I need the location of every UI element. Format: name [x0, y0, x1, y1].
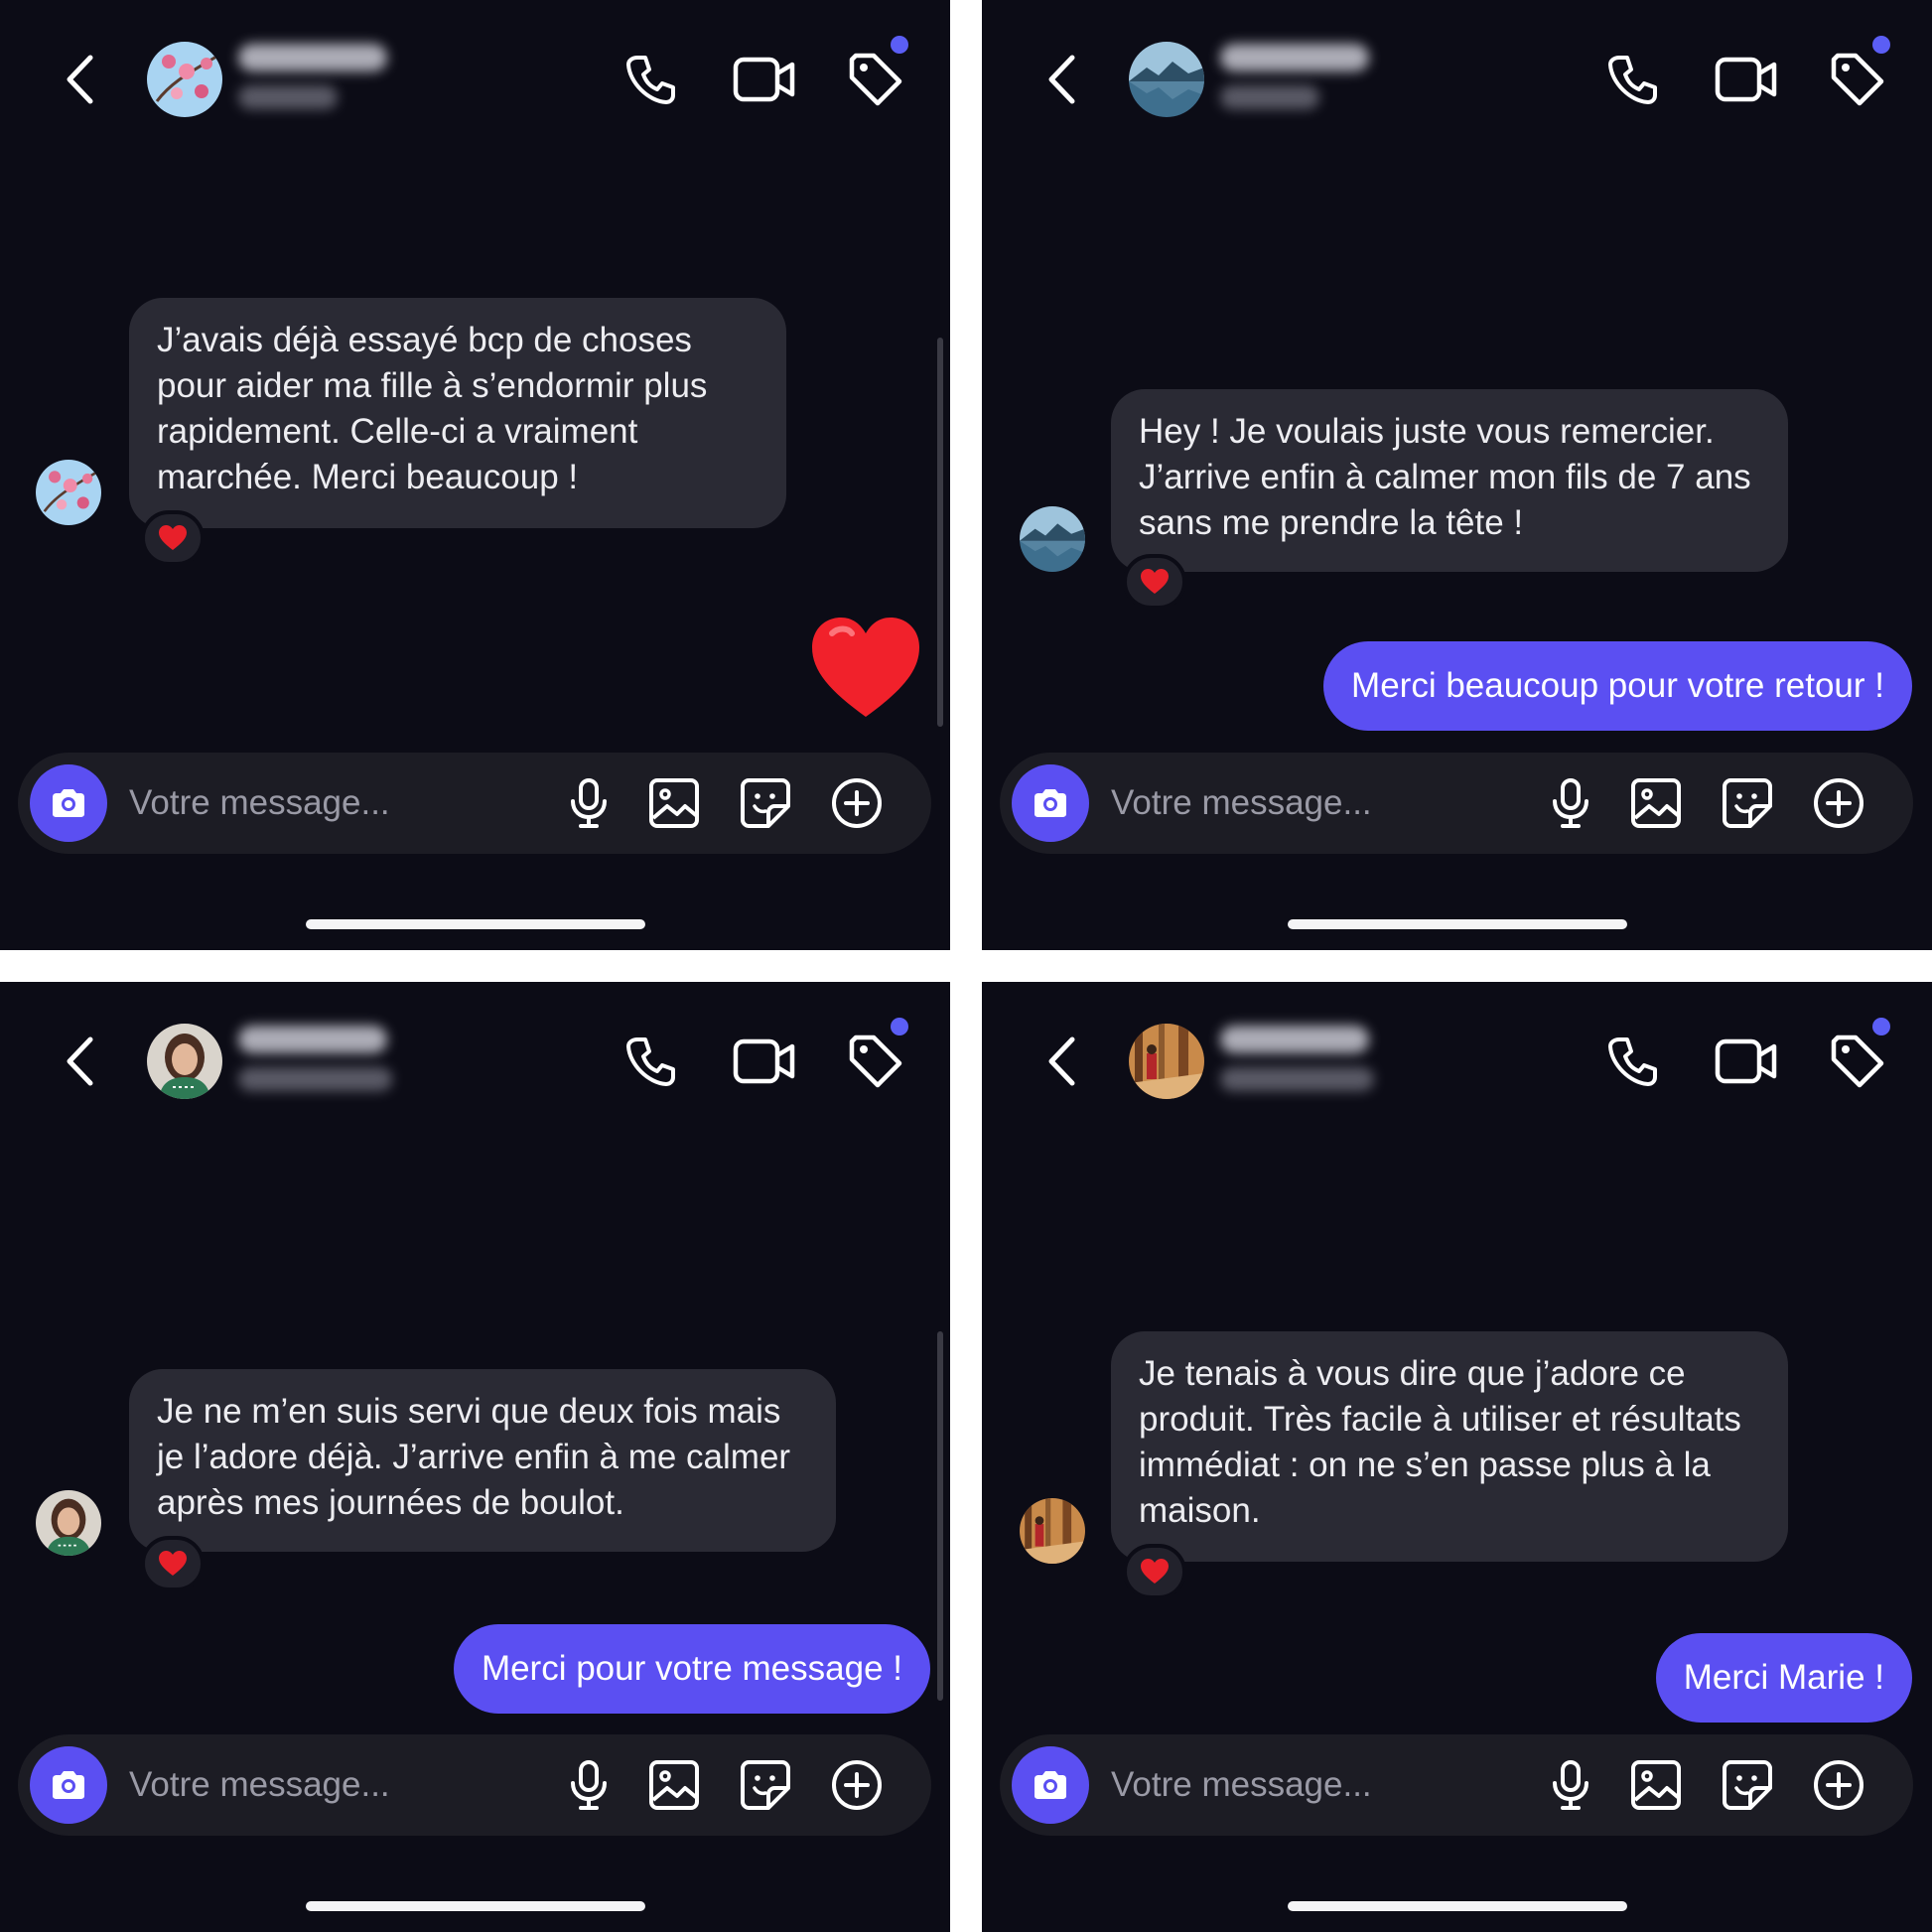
tag-icon[interactable]: [846, 52, 905, 109]
incoming-message[interactable]: J’avais déjà essayé bcp de choses pour a…: [129, 298, 786, 528]
sticker-icon[interactable]: [739, 1758, 792, 1812]
camera-button[interactable]: [30, 1746, 107, 1824]
home-indicator: [306, 919, 645, 929]
message-input[interactable]: Votre message...: [129, 1762, 390, 1808]
heart-icon: [1140, 568, 1170, 596]
heart-icon: [158, 524, 188, 552]
notification-dot: [891, 36, 908, 54]
microphone-icon[interactable]: [562, 776, 616, 830]
chat-panel-1: J’avais déjà essayé bcp de choses pour a…: [0, 0, 950, 950]
add-icon[interactable]: [830, 776, 884, 830]
microphone-icon[interactable]: [1544, 776, 1597, 830]
outgoing-message[interactable]: Merci pour votre message !: [453, 1624, 930, 1714]
phone-call-icon[interactable]: [1605, 52, 1661, 107]
image-icon[interactable]: [1629, 776, 1683, 830]
contact-username-redacted: [1220, 1067, 1374, 1091]
contact-username-redacted: [238, 85, 338, 109]
heart-icon: [158, 1550, 188, 1578]
phone-call-icon[interactable]: [1605, 1034, 1661, 1089]
incoming-message[interactable]: Hey ! Je voulais juste vous remercier. J…: [1111, 389, 1788, 572]
image-icon[interactable]: [647, 776, 701, 830]
incoming-message[interactable]: Je ne m’en suis servi que deux fois mais…: [129, 1369, 836, 1552]
message-input[interactable]: Votre message...: [1111, 780, 1372, 826]
heart-icon: [1140, 1558, 1170, 1586]
microphone-icon[interactable]: [1544, 1758, 1597, 1812]
image-icon[interactable]: [647, 1758, 701, 1812]
notification-dot: [891, 1018, 908, 1035]
phone-call-icon[interactable]: [623, 1034, 679, 1089]
scrollbar[interactable]: [937, 338, 943, 727]
camera-icon: [49, 785, 88, 821]
camera-button[interactable]: [1012, 764, 1089, 842]
contact-name-redacted: [1220, 44, 1369, 71]
contact-name-redacted: [238, 44, 387, 71]
sticker-icon[interactable]: [739, 776, 792, 830]
contact-username-redacted: [1220, 85, 1319, 109]
contact-avatar[interactable]: [1129, 1024, 1204, 1099]
camera-icon: [1031, 785, 1070, 821]
video-call-icon[interactable]: [733, 1035, 796, 1087]
heart-reaction[interactable]: [1123, 1544, 1186, 1599]
sticker-icon[interactable]: [1721, 776, 1774, 830]
home-indicator: [306, 1901, 645, 1911]
sender-avatar[interactable]: [36, 1490, 101, 1556]
heart-reaction[interactable]: [1123, 554, 1186, 610]
contact-avatar[interactable]: [147, 42, 222, 117]
heart-reaction[interactable]: [141, 1536, 205, 1591]
sent-heart-emoji[interactable]: [808, 614, 923, 723]
sender-avatar[interactable]: [1020, 506, 1085, 572]
scrollbar[interactable]: [937, 1331, 943, 1701]
back-arrow-icon[interactable]: [1039, 50, 1089, 109]
home-indicator: [1288, 919, 1627, 929]
sender-avatar[interactable]: [1020, 1498, 1085, 1564]
contact-avatar[interactable]: [1129, 42, 1204, 117]
video-call-icon[interactable]: [733, 54, 796, 105]
tag-icon[interactable]: [846, 1034, 905, 1091]
image-icon[interactable]: [1629, 1758, 1683, 1812]
heart-reaction[interactable]: [141, 510, 205, 566]
contact-name-redacted: [1220, 1026, 1369, 1053]
camera-button[interactable]: [30, 764, 107, 842]
phone-call-icon[interactable]: [623, 52, 679, 107]
notification-dot: [1872, 1018, 1890, 1035]
incoming-message[interactable]: Je tenais à vous dire que j’adore ce pro…: [1111, 1331, 1788, 1562]
message-composer: Votre message...: [1000, 1734, 1913, 1836]
video-call-icon[interactable]: [1715, 1035, 1778, 1087]
contact-avatar[interactable]: [147, 1024, 222, 1099]
microphone-icon[interactable]: [562, 1758, 616, 1812]
camera-icon: [1031, 1767, 1070, 1803]
outgoing-message[interactable]: Merci beaucoup pour votre retour !: [1323, 641, 1912, 731]
tag-icon[interactable]: [1828, 1034, 1887, 1091]
outgoing-message[interactable]: Merci Marie !: [1655, 1633, 1912, 1723]
sticker-icon[interactable]: [1721, 1758, 1774, 1812]
add-icon[interactable]: [830, 1758, 884, 1812]
video-call-icon[interactable]: [1715, 54, 1778, 105]
back-arrow-icon[interactable]: [1039, 1032, 1089, 1091]
home-indicator: [1288, 1901, 1627, 1911]
tag-icon[interactable]: [1828, 52, 1887, 109]
message-composer: Votre message...: [1000, 753, 1913, 854]
notification-dot: [1872, 36, 1890, 54]
camera-button[interactable]: [1012, 1746, 1089, 1824]
message-input[interactable]: Votre message...: [1111, 1762, 1372, 1808]
contact-name-redacted: [238, 1026, 387, 1053]
back-arrow-icon[interactable]: [58, 1032, 107, 1091]
add-icon[interactable]: [1812, 1758, 1865, 1812]
add-icon[interactable]: [1812, 776, 1865, 830]
message-composer: Votre message...: [18, 753, 931, 854]
camera-icon: [49, 1767, 88, 1803]
message-composer: Votre message...: [18, 1734, 931, 1836]
sender-avatar[interactable]: [36, 460, 101, 525]
chat-panel-2: Hey ! Je voulais juste vous remercier. J…: [982, 0, 1932, 950]
contact-username-redacted: [238, 1067, 392, 1091]
back-arrow-icon[interactable]: [58, 50, 107, 109]
chat-panel-4: Je tenais à vous dire que j’adore ce pro…: [982, 982, 1932, 1932]
message-input[interactable]: Votre message...: [129, 780, 390, 826]
chat-panel-3: Je ne m’en suis servi que deux fois mais…: [0, 982, 950, 1932]
